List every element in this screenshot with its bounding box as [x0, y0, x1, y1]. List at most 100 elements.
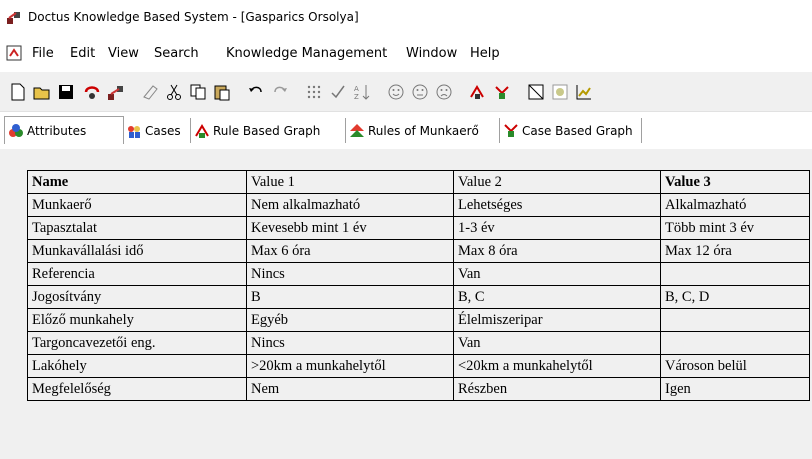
menu-view[interactable]: View — [108, 46, 139, 61]
cell[interactable]: Nem — [246, 377, 454, 401]
cell[interactable]: Nem alkalmazható — [246, 193, 454, 217]
cell[interactable]: B, C — [453, 285, 661, 309]
cell[interactable]: Városon belül — [660, 354, 810, 378]
title-bar: Doctus Knowledge Based System - [Gaspari… — [0, 0, 812, 36]
menu-edit[interactable]: Edit — [70, 46, 95, 61]
menu-window[interactable]: Window — [406, 46, 457, 61]
grid-icon[interactable] — [302, 80, 326, 104]
cell[interactable]: Max 8 óra — [453, 239, 661, 263]
smiley-2-icon[interactable] — [408, 80, 432, 104]
tab-attributes[interactable]: Attributes — [4, 116, 124, 144]
cell[interactable]: Igen — [660, 377, 810, 401]
eraser-icon[interactable] — [138, 80, 162, 104]
cell[interactable]: Max 12 óra — [660, 239, 810, 263]
case-graph-icon — [504, 123, 518, 137]
cell[interactable]: 1-3 év — [453, 216, 661, 240]
save-icon[interactable] — [54, 80, 78, 104]
red-arrow-icon[interactable] — [80, 80, 104, 104]
app-icon — [7, 12, 20, 24]
doc-system-icon[interactable] — [6, 45, 23, 61]
table-row[interactable]: Tapasztalat Kevesebb mint 1 év 1-3 év Több … — [27, 216, 810, 240]
cell[interactable]: Nincs — [246, 331, 454, 355]
menu-bar: File Edit View Search Knowledge Manageme… — [0, 36, 812, 72]
rule-graph-icon — [195, 123, 209, 138]
rules-icon — [350, 123, 364, 137]
cell[interactable]: Max 6 óra — [246, 239, 454, 263]
cell[interactable]: Jogosítvány — [27, 285, 247, 309]
cut-icon[interactable] — [162, 80, 186, 104]
table-row[interactable]: Jogosítvány B B, C B, C, D — [27, 285, 810, 309]
cell[interactable]: Részben — [453, 377, 661, 401]
table-row[interactable]: Munkaerő Nem alkalmazható Lehetséges Alkalm… — [27, 193, 810, 217]
smiley-1-icon[interactable] — [384, 80, 408, 104]
undo-icon[interactable] — [244, 80, 268, 104]
cell[interactable]: Targoncavezetői eng. — [27, 331, 247, 355]
cell[interactable]: Egyéb — [246, 308, 454, 332]
header-name[interactable]: Name — [27, 170, 247, 194]
cell[interactable]: Lehetséges — [453, 193, 661, 217]
chart-icon[interactable] — [572, 80, 596, 104]
table-header-row: Name Value 1 Value 2 Value 3 — [27, 170, 810, 194]
cell[interactable]: <20km a munkahelytől — [453, 354, 661, 378]
cell[interactable]: Referencia — [27, 262, 247, 286]
cell[interactable]: Tapasztalat — [27, 216, 247, 240]
smiley-3-icon[interactable] — [432, 80, 456, 104]
cell[interactable]: B, C, D — [660, 285, 810, 309]
table-row[interactable]: Targoncavezetői eng. Nincs Van — [27, 331, 810, 355]
cell[interactable]: Több mint 3 év — [660, 216, 810, 240]
attributes-panel: Name Value 1 Value 2 Value 3 Munkaerő Nem… — [0, 149, 812, 459]
open-icon[interactable] — [30, 80, 54, 104]
new-icon[interactable] — [6, 80, 30, 104]
tab-case-based-graph[interactable]: Case Based Graph — [500, 118, 642, 143]
svg-text:Z: Z — [354, 93, 359, 101]
menu-file[interactable]: File — [32, 46, 54, 61]
cell[interactable]: Van — [453, 262, 661, 286]
header-value-1[interactable]: Value 1 — [246, 170, 454, 194]
menu-knowledge-management[interactable]: Knowledge Management — [226, 46, 387, 61]
paste-icon[interactable] — [210, 80, 234, 104]
paint-icon[interactable] — [548, 80, 572, 104]
rule-graph-icon[interactable] — [466, 80, 490, 104]
header-value-2[interactable]: Value 2 — [453, 170, 661, 194]
case-graph-icon[interactable] — [490, 80, 514, 104]
svg-text:A: A — [354, 85, 359, 93]
cell[interactable]: Lakóhely — [27, 354, 247, 378]
table-row[interactable]: Megfelelőség Nem Részben Igen — [27, 377, 810, 401]
rect-icon[interactable] — [524, 80, 548, 104]
cell[interactable]: Munkavállalási idő — [27, 239, 247, 263]
cell[interactable]: Nincs — [246, 262, 454, 286]
table-row[interactable]: Lakóhely >20km a munkahelytől <20km a munk… — [27, 354, 810, 378]
window-title: Doctus Knowledge Based System - [Gaspari… — [28, 10, 359, 24]
sort-icon[interactable]: AZ — [350, 80, 374, 104]
tab-cases[interactable]: Cases — [123, 118, 191, 143]
cell[interactable] — [660, 262, 810, 286]
copy-icon[interactable] — [186, 80, 210, 104]
cell[interactable]: Élelmiszeripar — [453, 308, 661, 332]
cell[interactable]: Van — [453, 331, 661, 355]
cell[interactable] — [660, 331, 810, 355]
cell[interactable]: Megfelelőség — [27, 377, 247, 401]
cases-icon — [128, 125, 140, 138]
cell[interactable]: Előző munkahely — [27, 308, 247, 332]
cell[interactable]: >20km a munkahelytől — [246, 354, 454, 378]
table-row[interactable]: Referencia Nincs Van — [27, 262, 810, 286]
table-row[interactable]: Előző munkahely Egyéb Élelmiszeripar — [27, 308, 810, 332]
tab-rules-of-munkaero[interactable]: Rules of Munkaerő — [346, 118, 500, 143]
tab-strip: Attributes Cases Rule Based Graph Rules … — [0, 111, 812, 150]
header-value-3[interactable]: Value 3 — [660, 170, 810, 194]
cell[interactable]: B — [246, 285, 454, 309]
attributes-table: Name Value 1 Value 2 Value 3 Munkaerő Nem… — [27, 170, 810, 401]
tree-icon[interactable] — [104, 80, 128, 104]
menu-help[interactable]: Help — [470, 46, 500, 61]
tab-rule-based-graph[interactable]: Rule Based Graph — [191, 118, 346, 143]
cell[interactable]: Alkalmazható — [660, 193, 810, 217]
cell[interactable]: Munkaerő — [27, 193, 247, 217]
toolbar: AZ — [0, 72, 812, 110]
redo-icon[interactable] — [268, 80, 292, 104]
attributes-icon — [9, 123, 23, 137]
menu-search[interactable]: Search — [154, 46, 199, 61]
cell[interactable] — [660, 308, 810, 332]
check-icon[interactable] — [326, 80, 350, 104]
cell[interactable]: Kevesebb mint 1 év — [246, 216, 454, 240]
table-row[interactable]: Munkavállalási idő Max 6 óra Max 8 óra Max … — [27, 239, 810, 263]
